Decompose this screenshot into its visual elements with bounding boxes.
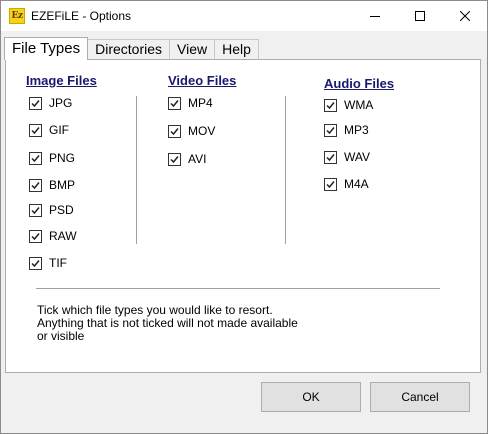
file-types-panel: Image Files JPG GIF PNG BMP PSD RAW TIF	[5, 59, 481, 373]
instructions-text: Tick which file types you would like to …	[37, 304, 337, 343]
checkbox-mp3[interactable]: MP3	[324, 123, 369, 137]
minimize-button[interactable]	[352, 1, 397, 31]
checkbox-label: PNG	[49, 151, 76, 165]
checkbox[interactable]	[168, 124, 181, 138]
video-files-heading: Video Files	[168, 73, 237, 88]
checkbox[interactable]	[29, 178, 42, 192]
close-icon	[459, 11, 470, 21]
maximize-icon	[414, 11, 425, 21]
checkmark-icon	[326, 153, 335, 161]
checkbox-label: PSD	[49, 203, 74, 217]
checkbox-bmp[interactable]: BMP	[29, 178, 75, 192]
checkbox[interactable]	[324, 98, 337, 112]
checkbox-wav[interactable]: WAV	[324, 150, 370, 164]
checkbox-label: AVI	[188, 152, 207, 166]
column-divider	[285, 96, 287, 244]
checkbox-jpg[interactable]: JPG	[29, 96, 72, 110]
checkbox-label: JPG	[49, 96, 73, 110]
column-divider	[136, 96, 138, 244]
audio-files-heading: Audio Files	[324, 76, 395, 91]
checkmark-icon	[31, 181, 40, 189]
checkbox-label: WMA	[344, 98, 374, 112]
checkmark-icon	[170, 99, 179, 107]
checkmark-icon	[326, 180, 335, 188]
checkmark-icon	[170, 127, 179, 135]
close-button[interactable]	[442, 1, 487, 31]
tab-strip: File Types Directories View Help	[4, 37, 259, 60]
title-bar[interactable]: Ez EZEFiLE - Options	[1, 1, 487, 31]
checkbox[interactable]	[168, 96, 181, 110]
checkmark-icon	[31, 259, 40, 267]
checkbox-label: WAV	[344, 150, 370, 164]
checkbox[interactable]	[29, 96, 42, 110]
options-window: Ez EZEFiLE - Options File Types Director…	[0, 0, 488, 434]
window-title: EZEFiLE - Options	[31, 9, 132, 23]
maximize-button[interactable]	[397, 1, 442, 31]
instructions-line: or visible	[37, 329, 85, 343]
checkbox[interactable]	[324, 177, 337, 191]
checkbox[interactable]	[168, 152, 181, 166]
checkbox-mp4[interactable]: MP4	[168, 96, 213, 110]
checkbox[interactable]	[324, 123, 337, 137]
horizontal-divider	[36, 288, 440, 290]
checkbox-label: BMP	[49, 178, 76, 192]
checkmark-icon	[31, 232, 40, 240]
checkbox[interactable]	[324, 150, 337, 164]
checkbox[interactable]	[29, 151, 42, 165]
checkbox-raw[interactable]: RAW	[29, 229, 77, 243]
checkbox-psd[interactable]: PSD	[29, 203, 74, 217]
checkbox-tif[interactable]: TIF	[29, 256, 67, 270]
checkmark-icon	[326, 126, 335, 134]
checkmark-icon	[31, 206, 40, 214]
tab-file-types[interactable]: File Types	[4, 37, 89, 60]
image-files-heading: Image Files	[26, 73, 97, 88]
tab-directories[interactable]: Directories	[87, 39, 170, 60]
checkbox-label: MOV	[188, 124, 216, 138]
checkbox-gif[interactable]: GIF	[29, 123, 69, 137]
checkbox-png[interactable]: PNG	[29, 151, 75, 165]
checkbox[interactable]	[29, 229, 42, 243]
checkbox[interactable]	[29, 203, 42, 217]
checkmark-icon	[31, 126, 40, 134]
checkbox-mov[interactable]: MOV	[168, 124, 215, 138]
cancel-button[interactable]: Cancel	[370, 382, 470, 412]
checkbox-label: MP4	[188, 96, 213, 110]
checkmark-icon	[326, 101, 335, 109]
tab-help[interactable]: Help	[214, 39, 259, 60]
checkmark-icon	[31, 154, 40, 162]
checkbox-avi[interactable]: AVI	[168, 152, 206, 166]
checkbox-label: RAW	[49, 229, 77, 243]
checkmark-icon	[170, 155, 179, 163]
checkmark-icon	[31, 99, 40, 107]
checkbox[interactable]	[29, 123, 42, 137]
tab-view[interactable]: View	[169, 39, 216, 60]
ezefile-app-icon: Ez	[9, 8, 25, 24]
checkbox-label: M4A	[344, 177, 369, 191]
ok-button[interactable]: OK	[261, 382, 361, 412]
checkbox-label: TIF	[49, 256, 67, 270]
minimize-icon	[369, 16, 380, 17]
checkbox[interactable]	[29, 256, 42, 270]
checkbox-wma[interactable]: WMA	[324, 98, 373, 112]
checkbox-label: GIF	[49, 123, 69, 137]
checkbox-m4a[interactable]: M4A	[324, 177, 369, 191]
checkbox-label: MP3	[344, 123, 369, 137]
